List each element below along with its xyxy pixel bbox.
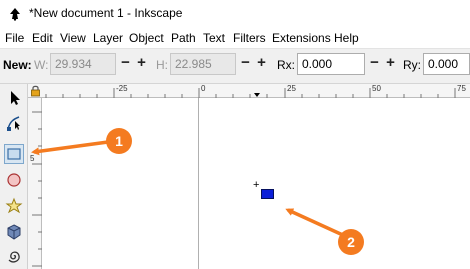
callout-badge-1: 1 [106, 128, 132, 154]
callout-badge-2: 2 [338, 229, 364, 255]
arrow-1 [31, 140, 109, 156]
callout-arrows [31, 140, 346, 238]
arrow-2 [285, 208, 346, 238]
